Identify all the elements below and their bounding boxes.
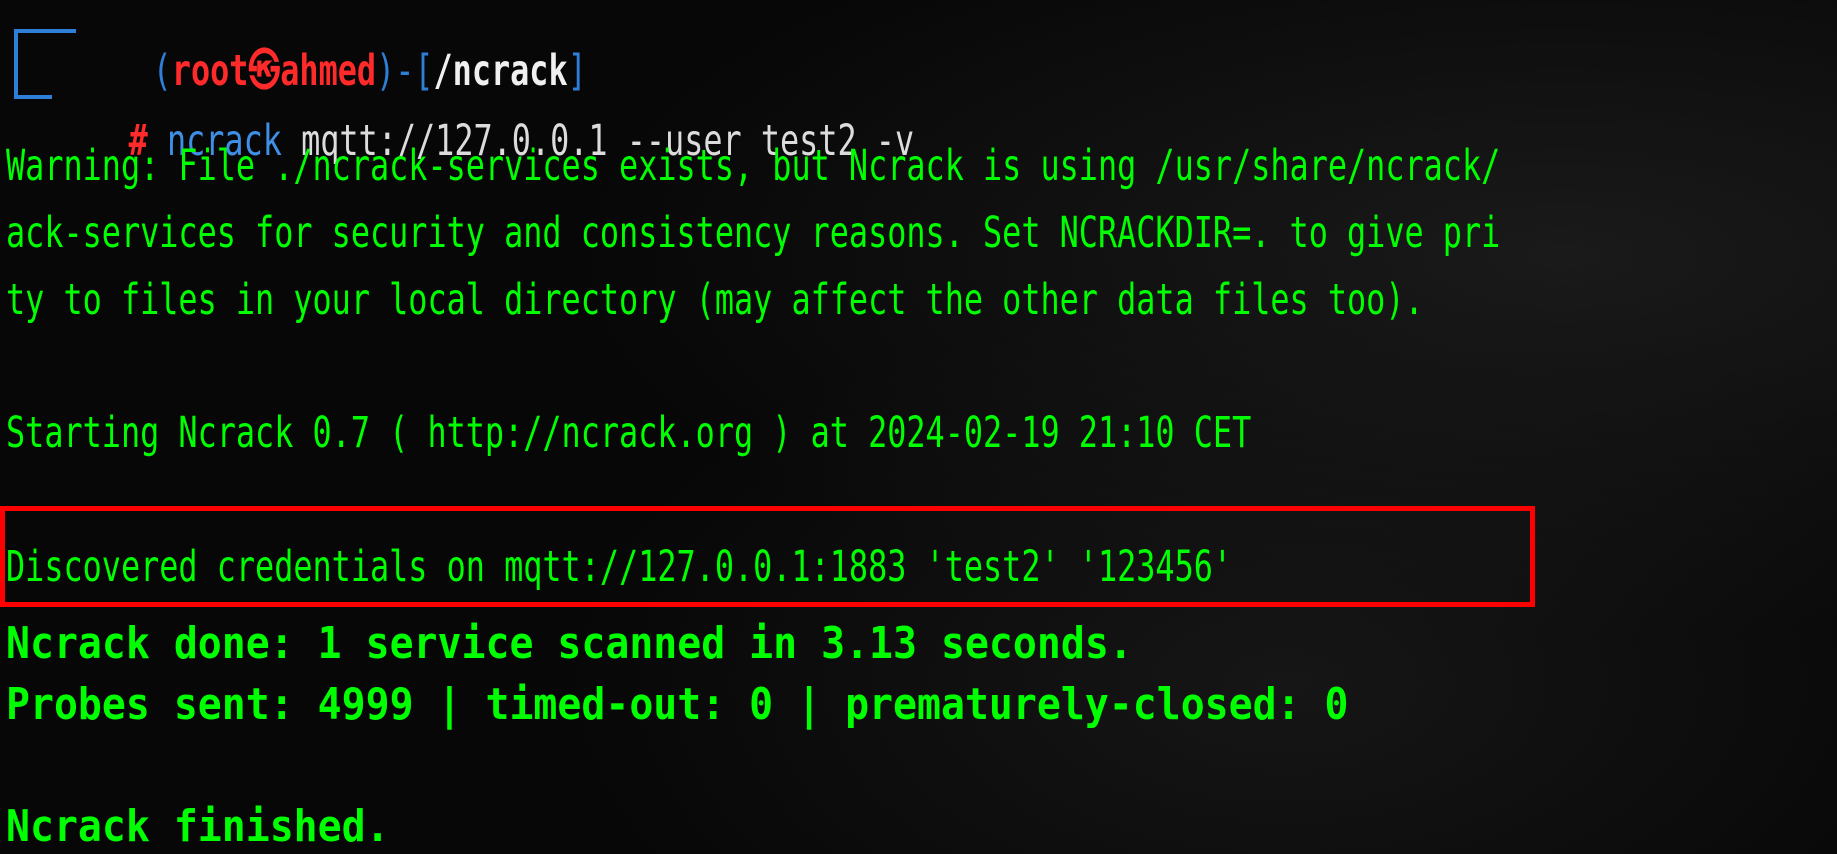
warning-line-1: Warning: File ./ncrack-services exists, … (6, 141, 1501, 191)
credentials-highlight-box (0, 506, 1535, 607)
prompt-frame-bottom (14, 63, 52, 99)
terminal-window[interactable]: (root㉿ahmed)-[/ncrack] # ncrack mqtt://1… (0, 0, 1837, 854)
starting-line: Starting Ncrack 0.7 ( http://ncrack.org … (6, 408, 1252, 458)
warning-line-3: ty to files in your local directory (may… (6, 275, 1424, 325)
prompt-frame-top (14, 29, 76, 67)
done-line: Ncrack done: 1 service scanned in 3.13 s… (6, 618, 1133, 669)
finished-line: Ncrack finished. (6, 801, 390, 852)
warning-line-2: ack-services for security and consistenc… (6, 208, 1501, 258)
probes-line: Probes sent: 4999 | timed-out: 0 | prema… (6, 679, 1349, 730)
